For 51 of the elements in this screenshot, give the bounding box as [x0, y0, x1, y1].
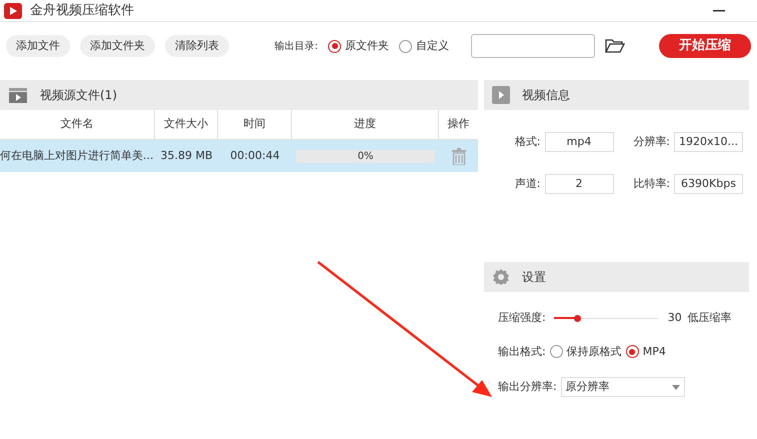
field-label: 分辨率: [633, 134, 670, 150]
start-compress-button[interactable]: 开始压缩 [659, 34, 751, 58]
folder-icon[interactable] [605, 38, 625, 54]
settings-icon [492, 268, 510, 286]
column-header: 进度 [292, 110, 439, 139]
info-field: 1920x10... [674, 132, 743, 152]
strength-slider[interactable] [554, 313, 658, 324]
output-dir-label: 输出目录: [274, 40, 318, 54]
field-label: 格式: [514, 134, 540, 150]
radio-button[interactable] [399, 40, 412, 52]
toolbar-button[interactable]: 添加文件夹 [80, 35, 155, 57]
resolution-dropdown[interactable]: 原分辨率 [560, 377, 685, 397]
app-logo-icon [4, 2, 22, 18]
panel-title: 视频源文件(1) [40, 87, 117, 104]
toolbar-button[interactable]: 清除列表 [165, 35, 229, 57]
info-field: 6390Kbps [674, 174, 743, 194]
strength-label: 压缩强度: [498, 310, 546, 326]
info-field: 2 [544, 174, 614, 194]
table-cell: 何在电脑上对图片进行简单美... [0, 148, 154, 162]
format-label: 输出格式: [498, 344, 546, 360]
column-header: 操作 [446, 116, 470, 132]
radio-button[interactable] [550, 345, 563, 358]
radio-button[interactable] [626, 345, 639, 358]
radio-option[interactable]: MP4 [626, 344, 666, 360]
toolbar-button[interactable]: 添加文件 [6, 35, 70, 57]
field-label: 声道: [514, 176, 540, 192]
strength-value: 30 [668, 310, 682, 326]
column-header: 时间 [218, 110, 292, 139]
strength-note: 低压缩率 [688, 310, 732, 326]
info-field: mp4 [544, 132, 614, 152]
column-header: 文件名 [0, 110, 155, 139]
table-cell-text: 00:00:44 [230, 148, 280, 164]
panel-title: 视频信息 [522, 87, 570, 104]
play-icon [492, 86, 510, 104]
minimize-icon[interactable] [713, 10, 725, 12]
radio-option[interactable]: 自定义 [399, 38, 449, 54]
radio-button[interactable] [328, 40, 341, 52]
window-title: 金舟视频压缩软件 [30, 2, 134, 20]
file-row[interactable]: 何在电脑上对图片进行简单美... 35.89 MB 00:00:44 0% [0, 140, 478, 172]
column-header: 文件大小 [155, 110, 218, 139]
field-label: 比特率: [633, 176, 670, 192]
table-cell-text: 35.89 MB [160, 148, 213, 164]
caret-icon [672, 384, 680, 390]
radio-option[interactable]: 保持原格式 [550, 344, 622, 360]
slider-thumb[interactable] [574, 314, 581, 322]
video-clapper-icon [8, 87, 28, 103]
resolution-label: 输出分辨率: [498, 378, 557, 395]
radio-option[interactable]: 原文件夹 [328, 38, 389, 54]
progress-text: 0% [358, 150, 374, 164]
panel-title: 设置 [522, 269, 546, 286]
output-path-field[interactable] [471, 34, 595, 58]
